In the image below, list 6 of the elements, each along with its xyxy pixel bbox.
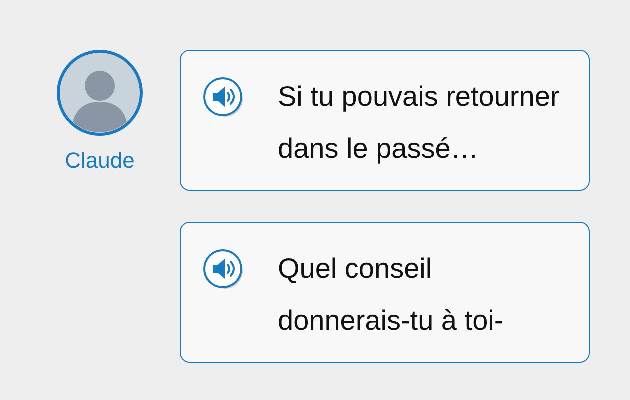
speaker-icon[interactable] — [203, 76, 245, 118]
avatar-silhouette-icon — [57, 50, 143, 136]
speaker-name: Claude — [65, 148, 135, 174]
speaker-icon[interactable] — [203, 248, 245, 290]
message-text: Quel conseil donnerais-tu à toi- — [278, 252, 505, 338]
message-text: Si tu pouvais retourner dans le passé… — [278, 80, 561, 166]
